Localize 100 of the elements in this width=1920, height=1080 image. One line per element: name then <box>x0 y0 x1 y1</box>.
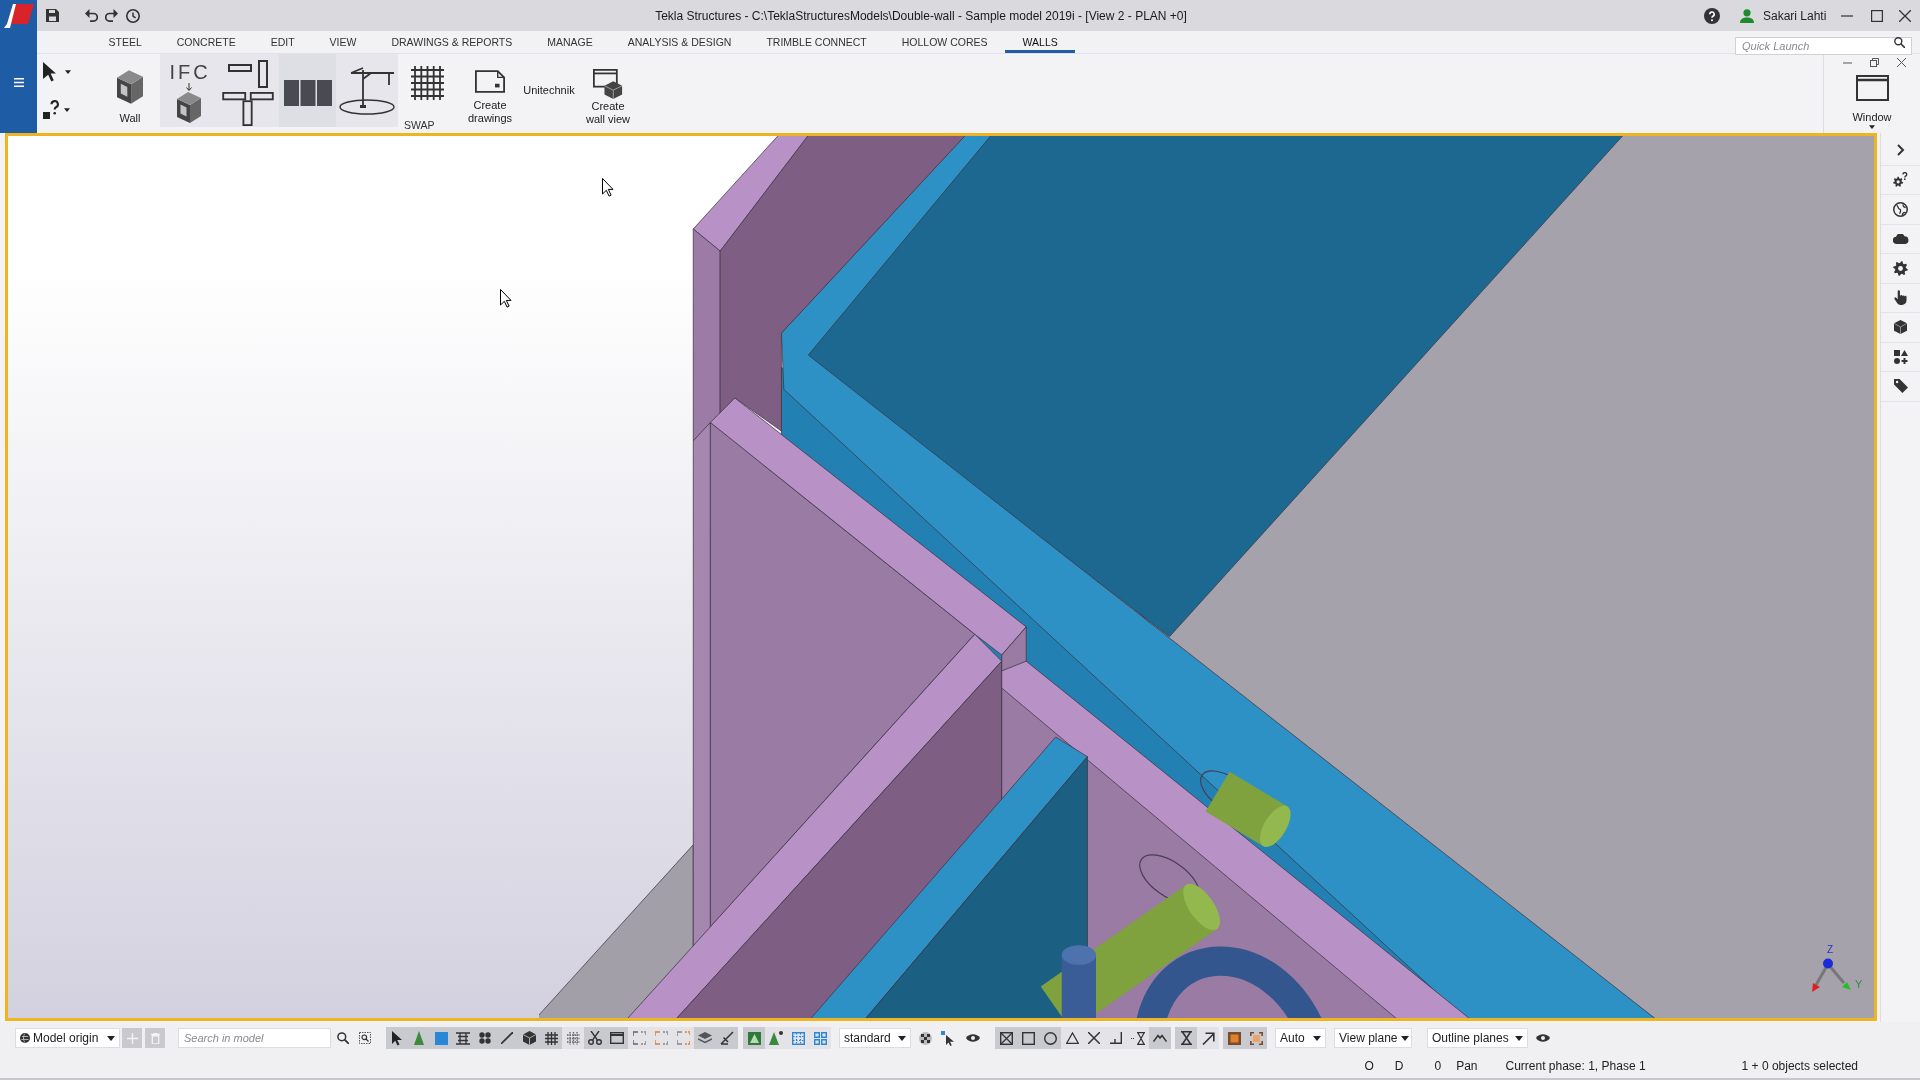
diagonal-arrow-icon <box>1201 1031 1215 1045</box>
minimize-icon[interactable] <box>1841 14 1853 17</box>
window-title: Tekla Structures - C:\TeklaStructuresModels\Double-wall - Sample model 2019i - [View 2 - PLAN +0] <box>654 7 1188 25</box>
caret-down-icon <box>1313 1035 1321 1041</box>
wall-button[interactable]: Wall <box>110 54 150 125</box>
layers-icon <box>698 1032 712 1044</box>
ribbon-tab[interactable]: DRAWINGS & REPORTS <box>373 31 530 53</box>
ribbon-tab[interactable]: ANALYSIS & DESIGN <box>610 31 749 53</box>
caret-down-icon <box>1400 1035 1409 1041</box>
selection-switch[interactable] <box>386 1027 408 1049</box>
tee-walls-button[interactable] <box>217 90 279 127</box>
crossed-box-icon <box>999 1031 1013 1045</box>
ifc-import-button[interactable]: IFC <box>160 54 217 127</box>
hand-pointer-icon[interactable] <box>1894 290 1907 306</box>
model-search-field[interactable]: Search in model <box>178 1028 331 1048</box>
caret-down-icon <box>898 1035 906 1041</box>
cloud-icon[interactable] <box>1892 233 1909 244</box>
filter-switch[interactable] <box>743 1027 765 1049</box>
ribbon-tab[interactable]: CONCRETE <box>159 31 254 53</box>
user-name: Sakari Lahti <box>1763 7 1827 25</box>
status-indicator: 0 <box>1434 1058 1442 1075</box>
tag-icon[interactable] <box>1893 379 1908 394</box>
caret-down-icon <box>64 108 70 112</box>
ribbon-tab[interactable]: VIEW <box>312 31 374 53</box>
snap-switch[interactable] <box>1245 1027 1267 1049</box>
selection-switch[interactable] <box>628 1027 650 1049</box>
eye-icon[interactable] <box>1536 1033 1550 1043</box>
snap-switch[interactable] <box>1197 1027 1219 1049</box>
snap-switch[interactable] <box>1223 1027 1245 1049</box>
cube-icon[interactable] <box>1894 320 1907 335</box>
eye-icon[interactable] <box>966 1033 980 1043</box>
view-plane-dropdown[interactable]: View plane <box>1334 1028 1412 1048</box>
swap-button[interactable]: SWAP <box>404 54 450 131</box>
pointer-squares-icon[interactable] <box>941 1030 955 1046</box>
crane-button[interactable] <box>336 54 398 127</box>
x-mark-icon <box>1088 1032 1100 1044</box>
history-icon[interactable] <box>126 8 140 23</box>
search-icon[interactable] <box>337 1032 349 1044</box>
create-wall-view-button[interactable]: Create wall view <box>582 54 634 126</box>
status-indicator: D <box>1394 1058 1404 1075</box>
save-icon[interactable] <box>46 9 59 22</box>
caret-down-icon <box>1869 125 1875 129</box>
snap-switch[interactable] <box>1039 1027 1061 1049</box>
snap-switch[interactable] <box>1061 1027 1083 1049</box>
create-drawings-button[interactable]: Create drawings <box>464 54 516 125</box>
menu-icon[interactable] <box>13 78 24 87</box>
undo-icon[interactable] <box>85 9 98 22</box>
outline-planes-dropdown[interactable]: Outline planes <box>1427 1028 1528 1048</box>
zoom-selection-icon[interactable] <box>359 1032 371 1044</box>
close-icon[interactable] <box>1897 58 1906 67</box>
redo-icon[interactable] <box>105 9 118 22</box>
selection-switch[interactable] <box>716 1027 738 1049</box>
selection-switch[interactable] <box>606 1027 628 1049</box>
selection-switch[interactable] <box>694 1027 716 1049</box>
user-icon <box>1740 8 1754 23</box>
help-icon[interactable] <box>1704 7 1720 24</box>
unitechnik-button[interactable]: Unitechnik <box>518 83 580 97</box>
snap-switch[interactable] <box>1175 1027 1197 1049</box>
search-icon[interactable] <box>1894 36 1905 48</box>
ribbon-tab[interactable]: MANAGE <box>529 31 611 53</box>
triangle-outline-icon <box>1065 1032 1079 1044</box>
dotted-grid-icon <box>566 1031 580 1045</box>
dotted-hourglass-icon <box>1131 1031 1145 1045</box>
window-dropdown[interactable]: Window <box>1852 75 1892 129</box>
selection-switch[interactable] <box>540 1027 562 1049</box>
selection-switch[interactable] <box>584 1027 606 1049</box>
checker-icon[interactable] <box>919 1031 932 1045</box>
ribbon-tab[interactable]: EDIT <box>253 31 313 53</box>
model-origin-dropdown[interactable]: Model origin <box>15 1028 120 1048</box>
gear-icon[interactable] <box>1893 260 1908 276</box>
wall-panels-icon <box>283 80 332 106</box>
representation-dropdown[interactable]: standard <box>839 1028 911 1048</box>
snap-switch[interactable] <box>995 1027 1017 1049</box>
filter-switch[interactable] <box>765 1027 787 1049</box>
chevron-right-icon[interactable] <box>1896 144 1905 157</box>
maximize-icon[interactable] <box>1871 9 1883 22</box>
snap-switch[interactable] <box>1127 1027 1149 1049</box>
globe-icon[interactable] <box>1893 201 1908 217</box>
gear-question-icon[interactable] <box>1893 172 1908 188</box>
ribbon-tab[interactable]: TRIMBLE CONNECT <box>748 31 885 53</box>
ribbon-tab[interactable]: HOLLOW CORES <box>884 31 1006 53</box>
cube-icon <box>522 1031 536 1045</box>
shapes-icon[interactable] <box>1893 349 1908 364</box>
wall-panels-button[interactable] <box>279 54 336 127</box>
logo-icon[interactable] <box>3 4 34 28</box>
close-icon[interactable] <box>1899 9 1911 22</box>
restore-icon[interactable] <box>1870 58 1879 67</box>
filter-switch[interactable] <box>809 1027 831 1049</box>
corner-walls-button[interactable] <box>217 54 279 90</box>
auto-dropdown[interactable]: Auto <box>1275 1028 1326 1048</box>
quick-launch-field[interactable]: Quick Launch <box>1735 37 1912 55</box>
window-icon <box>1855 75 1889 101</box>
query-icon <box>43 100 60 120</box>
snap-switch[interactable] <box>1149 1027 1171 1049</box>
caret-down-icon <box>1515 1035 1523 1041</box>
wall-block-icon <box>176 92 201 123</box>
ribbon-tab[interactable]: STEEL <box>91 31 160 53</box>
selection-switch[interactable] <box>672 1027 694 1049</box>
model-viewport[interactable]: Z Y <box>5 133 1877 1021</box>
selection-switch[interactable] <box>562 1027 584 1049</box>
